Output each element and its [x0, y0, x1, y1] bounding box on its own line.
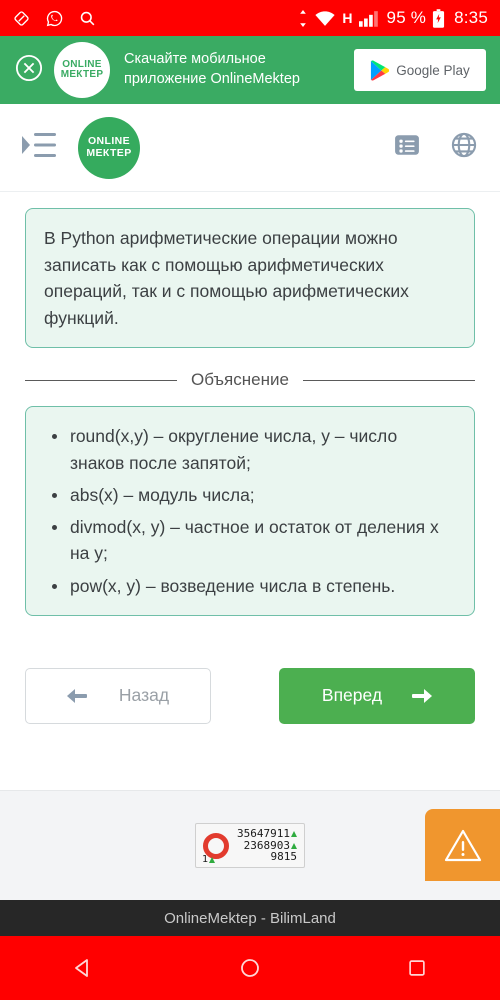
- whatsapp-icon: [45, 9, 64, 28]
- status-bar: H 95 % 8:35: [0, 0, 500, 36]
- app-toolbar: ONLINE МЕКТЕР: [0, 104, 500, 192]
- search-icon: [78, 9, 97, 28]
- google-play-button[interactable]: Google Play: [354, 49, 486, 91]
- back-button-label: Назад: [118, 685, 170, 706]
- triangle-back-icon[interactable]: [38, 936, 128, 1000]
- app-logo-line1: ONLINE: [87, 135, 131, 148]
- explanation-card: round(x,y) – округление числа, y – число…: [25, 406, 475, 616]
- lesson-content: В Python арифметические операции можно з…: [0, 192, 500, 790]
- banner-text-line1: Скачайте мобильное: [124, 51, 266, 68]
- warning-triangle-icon: [443, 827, 483, 863]
- battery-percent-label: 95 %: [386, 8, 427, 27]
- wifi-icon: [314, 10, 336, 27]
- back-button[interactable]: Назад: [25, 667, 211, 724]
- counter-value-3: 1: [202, 854, 209, 866]
- banner-text-line2: приложение OnlineMektep: [124, 71, 300, 87]
- counter-value-3-row: 1: [202, 854, 216, 866]
- counter-values: 35647911 2368903 9815: [237, 826, 297, 864]
- intro-card: В Python арифметические операции можно з…: [25, 208, 475, 349]
- forward-button[interactable]: Вперед: [279, 667, 475, 724]
- google-play-icon: [370, 59, 390, 81]
- counter-value-1-row: 35647911: [237, 826, 297, 840]
- circle-home-icon[interactable]: [205, 936, 295, 1000]
- triangle-up-icon: [290, 830, 297, 837]
- triangle-up-icon: [209, 856, 216, 863]
- list-item: divmod(x, y) – частное и остаток от деле…: [44, 514, 456, 567]
- intro-card-text: В Python арифметические операции можно з…: [44, 228, 409, 328]
- arrow-left-icon: [66, 687, 89, 705]
- forward-button-label: Вперед: [321, 685, 383, 706]
- divider-label: Объяснение: [191, 370, 289, 390]
- status-bar-left-icons: [12, 9, 97, 28]
- menu-indent-icon[interactable]: [22, 130, 56, 165]
- clock-label: 8:35: [454, 8, 488, 27]
- app-logo[interactable]: ONLINE МЕКТЕР: [78, 116, 140, 179]
- banner-close-button[interactable]: [14, 53, 44, 88]
- explanation-divider: Объяснение: [25, 370, 475, 390]
- arrow-right-icon: [410, 687, 433, 705]
- google-play-label: Google Play: [396, 62, 470, 78]
- divider-line-left: [25, 379, 177, 381]
- android-nav-bar: [0, 936, 500, 1000]
- banner-text: Скачайте мобильное приложение OnlineMekt…: [120, 50, 344, 89]
- counter-value-1: 35647911: [237, 826, 290, 840]
- banner-logo: ONLINE МЕКТЕР: [54, 42, 110, 98]
- page-footer: 35647911 2368903 9815 1: [0, 790, 500, 900]
- banner-logo-line2: МЕКТЕР: [60, 69, 104, 80]
- sync-arrows-icon: [298, 9, 308, 27]
- rotation-lock-icon: [12, 9, 31, 28]
- battery-charging-icon: [432, 8, 445, 28]
- list-item: round(x,y) – округление числа, y – число…: [44, 423, 456, 476]
- counter-value-4: 9815: [270, 850, 297, 864]
- visit-counter-widget[interactable]: 35647911 2368903 9815 1: [195, 822, 305, 869]
- app-logo-line2: МЕКТЕР: [86, 146, 132, 159]
- globe-icon[interactable]: [450, 131, 478, 164]
- phone-screen: H 95 % 8:35 ONLINE МЕКТЕР Скачайте мобил…: [0, 0, 500, 1000]
- divider-line-right: [302, 379, 475, 381]
- explanation-list: round(x,y) – округление числа, y – число…: [44, 423, 456, 599]
- window-title: OnlineMektep - BilimLand: [164, 909, 336, 927]
- counter-value-4-row: 9815: [270, 851, 297, 863]
- network-type-label: H: [342, 10, 353, 26]
- toolbar-actions: [394, 131, 478, 164]
- lesson-navigation: Назад Вперед: [25, 667, 475, 724]
- status-bar-right-icons: H 95 % 8:35: [298, 8, 488, 28]
- signal-bars-icon: [358, 10, 381, 27]
- list-item: abs(x) – модуль числа;: [44, 482, 456, 508]
- square-recents-icon[interactable]: [372, 936, 462, 1000]
- promo-banner: ONLINE МЕКТЕР Скачайте мобильное приложе…: [0, 36, 500, 104]
- window-title-bar: OnlineMektep - BilimLand: [0, 900, 500, 936]
- list-item: pow(x, y) – возведение числа в степень.: [44, 573, 456, 599]
- warning-badge[interactable]: [425, 809, 500, 881]
- list-view-icon[interactable]: [394, 132, 420, 163]
- triangle-up-icon: [290, 842, 297, 849]
